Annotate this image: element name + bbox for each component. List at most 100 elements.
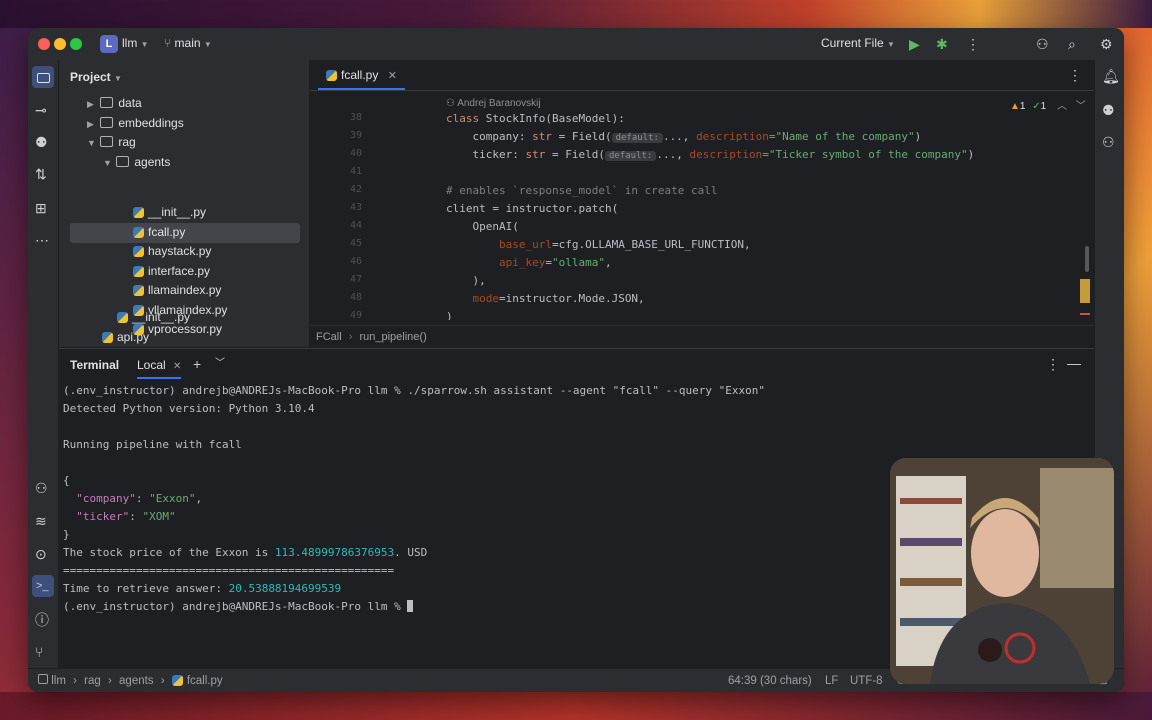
folder-icon <box>100 97 114 108</box>
project-tool-button[interactable] <box>32 66 54 88</box>
left-tool-strip: ⊸ ⚉ ⇅ ⊞ ⋯ ⚇ ≋ ⊙ >_ ⓘ ⑂ <box>28 60 59 668</box>
breadcrumb-class[interactable]: FCall <box>316 331 342 343</box>
chevron-up-icon[interactable]: ︿ <box>1057 101 1067 112</box>
close-icon[interactable]: ✕ <box>173 361 181 372</box>
code-area[interactable]: class StockInfo(BaseModel): company: str… <box>390 112 1070 322</box>
add-terminal-icon[interactable]: + <box>193 356 201 372</box>
line-number: 47 <box>349 274 362 285</box>
search-icon[interactable]: ⌕ <box>1068 36 1076 52</box>
tree-item-embeddings[interactable]: ▶ embeddings <box>87 114 184 133</box>
line-number: 41 <box>349 166 362 177</box>
author-name: Andrej Baranovskij <box>457 98 541 109</box>
pull-requests-icon[interactable]: ⇅ <box>35 166 47 182</box>
code-line-48: mode=instructor.Mode.JSON, <box>446 292 645 305</box>
tree-item-agents[interactable]: ▼ agents <box>103 153 170 172</box>
tree-item-data[interactable]: ▶ data <box>87 94 142 113</box>
project-panel-header[interactable]: Project ▼ <box>70 70 122 84</box>
terminal-line-time: Time to retrieve answer: 20.538881946995… <box>63 582 342 595</box>
code-line-44: OpenAI( <box>446 220 519 233</box>
git-branch-icon: ⑂ <box>164 36 172 50</box>
terminal-title: Terminal <box>70 358 120 372</box>
tab-local[interactable]: Local ✕ <box>137 358 182 379</box>
terminal-options-icon[interactable]: ⋮ <box>1046 356 1060 372</box>
tree-item-interface[interactable]: interface.py <box>133 262 210 281</box>
caret-position[interactable]: 64:39 (30 chars) <box>728 669 812 692</box>
code-line-45: base_url=cfg.OLLAMA_BASE_URL_FUNCTION, <box>446 238 751 251</box>
tree-item-label: interface.py <box>148 264 211 278</box>
tree-item-llamaindex[interactable]: llamaindex.py <box>133 281 221 300</box>
tree-item-label: embeddings <box>118 116 184 130</box>
breadcrumb-method[interactable]: run_pipeline() <box>359 331 426 343</box>
code-line-39: company: str = Field(default:..., descri… <box>446 130 922 143</box>
python-file-icon <box>117 312 128 323</box>
zoom-window-button[interactable] <box>70 38 82 50</box>
path-segment[interactable]: agents <box>119 675 154 687</box>
commit-icon[interactable]: ⊸ <box>35 102 47 118</box>
title-bar: L llm ▼ ⑂ main ▼ Current File ▼ ▶ ✱ ⋮ ⚇ … <box>28 28 1124 61</box>
chevron-down-icon[interactable]: ﹀ <box>215 356 225 372</box>
services-icon[interactable]: ⊙ <box>35 546 47 562</box>
project-badge[interactable]: L <box>100 35 118 53</box>
module-icon <box>38 674 48 684</box>
run-icon[interactable]: ▶ <box>909 36 920 52</box>
notifications-icon[interactable]: 🔔︎ <box>1102 68 1120 84</box>
file-encoding[interactable]: UTF-8 <box>850 669 883 692</box>
presenter-image <box>890 458 1114 684</box>
chevron-down-icon: ▼ <box>203 40 212 49</box>
line-number: 46 <box>349 256 362 267</box>
gear-icon[interactable]: ⚙ <box>1100 36 1113 52</box>
status-path[interactable]: llm › rag › agents › fcall.py <box>38 669 223 692</box>
line-separator[interactable]: LF <box>825 669 838 692</box>
branch-name: main <box>174 36 201 50</box>
path-segment[interactable]: rag <box>84 675 101 687</box>
structure-icon[interactable]: ⊞ <box>35 200 47 216</box>
close-window-button[interactable] <box>38 38 50 50</box>
add-user-icon[interactable]: ⚇ <box>1036 36 1049 52</box>
breadcrumb: FCall › run_pipeline() <box>310 325 1094 348</box>
tree-item-label: api.py <box>117 330 150 344</box>
chevron-down-icon: ▼ <box>87 138 96 148</box>
terminal-cursor <box>407 600 414 612</box>
python-packages-icon[interactable]: ⚉ <box>35 134 48 150</box>
line-number: 44 <box>349 220 362 231</box>
debug-icon[interactable]: ✱ <box>936 36 948 52</box>
ai-assistant-icon[interactable]: ⚉ <box>1102 102 1115 118</box>
inspection-widget[interactable]: ▲1 ✓1 ︿ ﹀ <box>1010 97 1086 112</box>
problems-icon[interactable]: ⓘ <box>35 612 49 628</box>
terminal-line-running: Running pipeline with fcall <box>63 438 242 451</box>
project-switcher[interactable]: llm ▼ <box>122 36 149 50</box>
tree-item-init[interactable]: __init__.py <box>133 203 206 222</box>
tree-item-haystack[interactable]: haystack.py <box>133 242 211 261</box>
terminal-line-price: The stock price of the Exxon is 113.4899… <box>63 546 428 559</box>
python-console-icon[interactable]: ⚇ <box>35 480 48 496</box>
minimize-window-button[interactable] <box>54 38 66 50</box>
breadcrumb-separator-icon: › <box>348 331 353 343</box>
close-icon[interactable]: ✕ <box>388 70 397 82</box>
tree-item-rag-init[interactable]: __init__.py <box>117 308 190 327</box>
project-panel: Project ▼ ▶ data ▶ embeddings ▼ rag ▼ ag… <box>59 60 309 347</box>
tab-options-icon[interactable]: ⋮ <box>1068 67 1082 83</box>
tree-item-rag[interactable]: ▼ rag <box>87 133 136 152</box>
run-config-selector[interactable]: Current File ▼ <box>821 36 895 50</box>
git-icon[interactable]: ⑂ <box>35 644 43 660</box>
path-segment[interactable]: llm <box>51 675 66 687</box>
more-actions-icon[interactable]: ⋮ <box>966 36 980 52</box>
run-config-label: Current File <box>821 36 884 50</box>
tree-item-fcall[interactable]: fcall.py <box>133 223 185 242</box>
line-number: 49 <box>349 310 362 321</box>
terminal-tool-button[interactable]: >_ <box>32 575 54 597</box>
branch-switcher[interactable]: ⑂ main ▼ <box>164 36 212 50</box>
copilot-icon[interactable]: ⚇ <box>1102 134 1115 150</box>
more-tools-icon[interactable]: ⋯ <box>35 232 49 248</box>
chevron-down-icon: ▼ <box>140 40 149 49</box>
chevron-down-icon[interactable]: ﹀ <box>1076 101 1086 112</box>
python-file-icon <box>133 266 144 277</box>
minimize-panel-icon[interactable]: — <box>1067 355 1081 371</box>
line-number: 38 <box>349 112 362 123</box>
tree-item-api[interactable]: api.py <box>102 328 149 347</box>
chevron-right-icon: › <box>73 675 77 687</box>
path-segment[interactable]: fcall.py <box>187 675 223 687</box>
editor-scrollbar[interactable] <box>1085 246 1089 272</box>
line-number: 39 <box>349 130 362 141</box>
layers-icon[interactable]: ≋ <box>35 513 47 529</box>
